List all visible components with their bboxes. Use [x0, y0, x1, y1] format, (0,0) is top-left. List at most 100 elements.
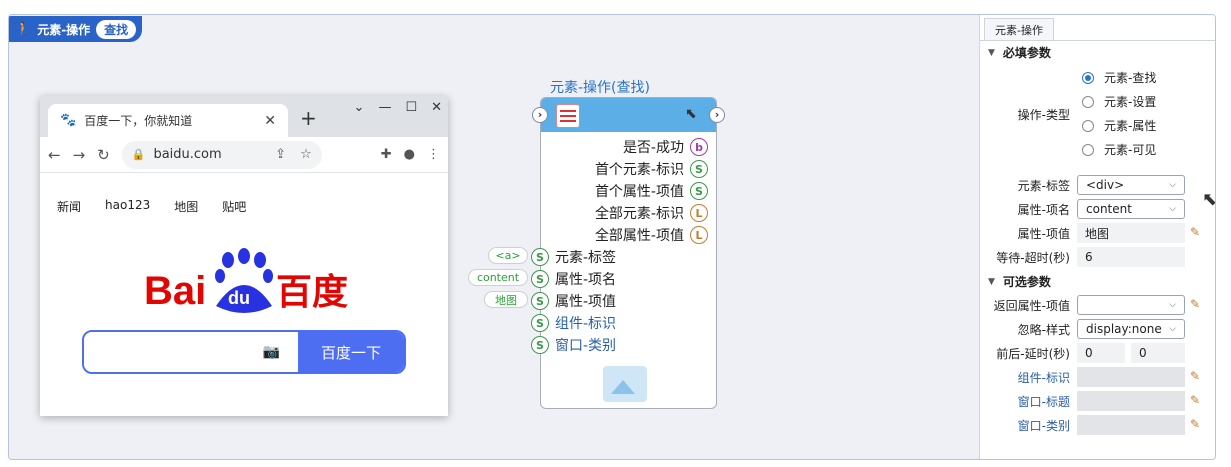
- chevron-down-icon: ⌵: [1169, 324, 1176, 334]
- output-label: 全部属性-项值: [594, 228, 684, 244]
- panel-tab-divider: [980, 40, 1215, 41]
- window-class-field[interactable]: [1077, 415, 1185, 435]
- attr-value-label: 属性-项值: [1017, 227, 1070, 241]
- lock-icon: 🔒: [131, 148, 146, 161]
- attr-name-combo[interactable]: content ⌵: [1077, 199, 1185, 219]
- op-type-radio[interactable]: 元素-属性: [1082, 117, 1156, 134]
- baidu-nav: 新闻 hao123 地图 贴吧: [57, 198, 246, 215]
- input-port[interactable]: S: [531, 336, 549, 354]
- flow-canvas[interactable]: 🚶 元素-操作 查找 🐾 百度一下，你就知道 ✕ + ⌄ — ☐ ✕ ← → ↻…: [9, 15, 979, 459]
- output-port[interactable]: S: [690, 160, 708, 178]
- element-tag-combo[interactable]: <div> ⌵: [1077, 175, 1185, 195]
- op-type-radio[interactable]: 元素-查找: [1082, 69, 1156, 86]
- collapse-triangle-icon: ▼: [988, 47, 995, 58]
- close-icon: ✕: [264, 112, 276, 129]
- browser-tab: 🐾 百度一下，你就知道 ✕: [48, 104, 288, 137]
- edit-icon[interactable]: ✎: [1190, 393, 1200, 407]
- edit-icon[interactable]: ✎: [1190, 225, 1200, 239]
- component-id-field[interactable]: [1077, 367, 1185, 387]
- input-port[interactable]: S: [531, 270, 549, 288]
- cursor-icon: ⬉: [685, 106, 697, 122]
- output-port[interactable]: L: [690, 204, 708, 222]
- flow-in-port-icon[interactable]: ›: [532, 107, 548, 123]
- output-row: 首个元素-标识 S: [595, 158, 708, 180]
- input-label: 元素-标签: [555, 250, 617, 266]
- attr-value-field[interactable]: 地图: [1077, 223, 1185, 243]
- delay-after-field[interactable]: 0: [1131, 343, 1185, 363]
- radio-label: 元素-查找: [1104, 71, 1157, 85]
- canvas-title: 元素-操作: [37, 22, 91, 37]
- input-port[interactable]: S: [531, 248, 549, 266]
- collapse-triangle-icon: ▼: [988, 276, 995, 287]
- optional-section-header[interactable]: ▼ 可选参数: [988, 273, 1051, 290]
- editor-frame: 🚶 元素-操作 查找 🐾 百度一下，你就知道 ✕ + ⌄ — ☐ ✕ ← → ↻…: [8, 14, 1216, 460]
- panel-tab[interactable]: 元素-操作: [984, 18, 1054, 40]
- node-header[interactable]: ⬉: [541, 98, 716, 132]
- reload-icon: ↻: [97, 145, 110, 164]
- delay-label: 前后-延时(秒): [996, 347, 1070, 361]
- output-port[interactable]: b: [690, 138, 708, 156]
- input-label: 组件-标识: [555, 316, 617, 332]
- input-row: S 组件-标识: [531, 312, 616, 334]
- output-port[interactable]: L: [690, 226, 708, 244]
- profile-icon: ●: [403, 147, 415, 162]
- required-section-header[interactable]: ▼ 必填参数: [988, 44, 1051, 61]
- image-placeholder-icon: [603, 366, 647, 402]
- chevron-down-icon: ⌵: [1169, 300, 1176, 310]
- input-port[interactable]: S: [531, 292, 549, 310]
- browser-toolbar: ← → ↻ 🔒 baidu.com ⇪ ☆ ✚ ● ⋮: [40, 137, 448, 173]
- section-title: 可选参数: [1002, 275, 1051, 289]
- edit-icon[interactable]: ✎: [1190, 369, 1200, 383]
- op-type-radio[interactable]: 元素-设置: [1082, 93, 1156, 110]
- walking-person-icon: 🚶: [15, 21, 32, 37]
- timeout-label: 等待-超时(秒): [996, 251, 1070, 265]
- share-icon: ⇪: [275, 147, 287, 162]
- input-chip[interactable]: content: [468, 269, 528, 286]
- window-class-label: 窗口-类别: [1017, 419, 1070, 433]
- output-label: 全部元素-标识: [594, 206, 684, 222]
- edit-icon[interactable]: ✎: [1190, 417, 1200, 431]
- input-chip[interactable]: 地图: [484, 291, 528, 308]
- return-attr-label: 返回属性-项值: [993, 299, 1070, 313]
- mouse-cursor-icon: ⬉: [1202, 189, 1216, 210]
- delay-before-field[interactable]: 0: [1077, 343, 1125, 363]
- radio-icon: [1082, 143, 1094, 156]
- flow-out-port-icon[interactable]: ›: [709, 107, 725, 123]
- extensions-icon: ✚: [380, 147, 392, 162]
- input-port[interactable]: S: [531, 314, 549, 332]
- browser-tab-title: 百度一下，你就知道: [84, 114, 193, 128]
- back-arrow-icon: ←: [48, 145, 61, 164]
- ignore-style-combo[interactable]: display:none ⌵: [1077, 319, 1185, 339]
- combo-value: <div>: [1086, 178, 1125, 192]
- baidu-paw-icon: 🐾: [60, 113, 77, 128]
- ignore-style-label: 忽略-样式: [1017, 323, 1070, 337]
- attr-name-label: 属性-项名: [1017, 203, 1070, 217]
- node-title: 元素-操作(查找): [550, 80, 650, 96]
- timeout-field[interactable]: 6: [1077, 247, 1185, 267]
- input-chip[interactable]: <a>: [488, 247, 528, 264]
- input-row: S 属性-项值: [531, 290, 616, 312]
- baidu-search-button: 百度一下: [298, 332, 404, 372]
- return-attr-combo[interactable]: ⌵: [1077, 295, 1185, 315]
- window-controls: ⌄ — ☐ ✕: [354, 100, 442, 115]
- op-type-radio[interactable]: 元素-可见: [1082, 141, 1156, 158]
- nav-link: 新闻: [57, 200, 82, 214]
- output-port[interactable]: S: [690, 182, 708, 200]
- address-bar: 🔒 baidu.com ⇪ ☆: [121, 140, 322, 169]
- more-icon: ⋮: [427, 147, 440, 162]
- output-row: 全部元素-标识 L: [595, 202, 708, 224]
- radio-icon: [1082, 71, 1094, 84]
- output-row: 是否-成功 b: [623, 136, 708, 158]
- output-label: 是否-成功: [622, 140, 684, 156]
- star-icon: ☆: [300, 147, 312, 162]
- input-label: 窗口-类别: [555, 338, 617, 354]
- radio-icon: [1082, 95, 1094, 108]
- output-label: 首个元素-标识: [594, 162, 684, 178]
- input-label: 属性-项值: [555, 294, 617, 310]
- window-title-field[interactable]: [1077, 391, 1185, 411]
- edit-icon[interactable]: ✎: [1190, 297, 1200, 311]
- baidu-search-input: 📷: [84, 332, 298, 372]
- chevron-down-icon: ⌵: [1169, 204, 1176, 214]
- input-label: 属性-项名: [555, 272, 617, 288]
- flow-node-element-operation[interactable]: ⬉ › › 是否-成功 b 首个元素-标识 S 首个属性-项值 S 全部元素-标…: [531, 97, 725, 409]
